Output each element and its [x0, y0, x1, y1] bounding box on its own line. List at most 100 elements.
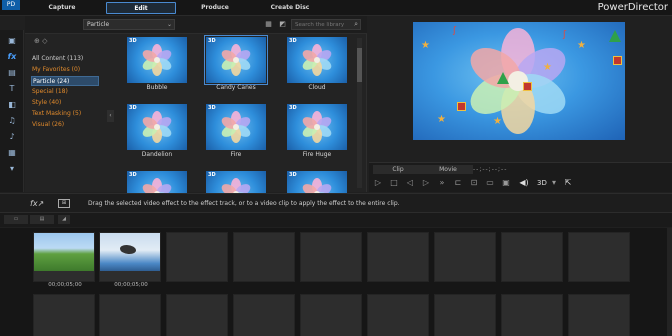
storyboard-scrollbar[interactable]	[667, 228, 672, 336]
empty-storyboard-slot[interactable]	[367, 232, 429, 282]
play-icon[interactable]: ▷	[373, 178, 383, 188]
next-frame-icon[interactable]: ▷	[421, 178, 431, 188]
hint-bar: fx↗ ⊞ Drag the selected video effect to …	[0, 193, 672, 213]
effect-thumbnail[interactable]: 3D Dandelion	[127, 104, 187, 158]
empty-storyboard-slot[interactable]	[501, 294, 563, 336]
chapter-room-icon[interactable]: ▦	[6, 148, 18, 158]
app-logo-icon: PD	[2, 0, 20, 10]
previous-frame-icon[interactable]: ◁	[405, 178, 415, 188]
voice-over-icon[interactable]: ♪	[6, 132, 18, 142]
library-scrollbar[interactable]	[357, 38, 362, 188]
search-icon[interactable]: ⌕	[354, 20, 358, 29]
pip-room-icon[interactable]: ▤	[6, 68, 18, 78]
chevron-down-icon[interactable]: ▾	[549, 178, 559, 188]
effect-thumbnail[interactable]: 3D Bubble	[127, 37, 187, 91]
effect-thumbnail[interactable]: 3D Fire Huge	[287, 104, 347, 158]
badge-3d: 3D	[208, 172, 216, 178]
scrollbar-thumb[interactable]	[357, 48, 362, 82]
empty-storyboard-slot[interactable]	[300, 232, 362, 282]
empty-storyboard-slot[interactable]	[33, 294, 95, 336]
tab-produce[interactable]: Produce	[200, 2, 230, 14]
empty-storyboard-slot[interactable]	[367, 294, 429, 336]
mark-in-icon[interactable]: ⊏	[453, 178, 463, 188]
category-toolbar-icons: ⊕ ◇	[34, 37, 48, 45]
display-options-icon[interactable]: ▭	[485, 178, 495, 188]
empty-storyboard-slot[interactable]	[166, 294, 228, 336]
flower-center	[314, 57, 320, 63]
gift-decoration-icon	[613, 56, 622, 65]
top-nav-bar: PD Capture Edit Produce Create Disc Powe…	[0, 0, 672, 16]
undock-preview-icon[interactable]: ⇱	[563, 178, 573, 188]
room-icon-strip: ▣ fx ▤ T ◧ ♫ ♪ ▦ ▾	[0, 30, 24, 192]
fast-forward-icon[interactable]: »	[437, 178, 447, 188]
snapshot-icon[interactable]: ⊡	[469, 178, 479, 188]
storyboard-view-button[interactable]: ▤	[30, 215, 54, 224]
clip-thumbnail	[100, 233, 160, 271]
clip-mode-button[interactable]: Clip	[373, 165, 423, 174]
3d-mode-button[interactable]: 3D	[537, 178, 547, 188]
effect-thumbnail[interactable]: 3D Fire	[206, 104, 266, 158]
badge-3d: 3D	[208, 105, 216, 111]
storyboard: 00;00;05;00 00;00;05;00	[0, 228, 672, 336]
empty-storyboard-slot[interactable]	[300, 294, 362, 336]
app-title: PowerDirector	[597, 2, 668, 13]
stop-icon[interactable]: □	[389, 178, 399, 188]
volume-icon[interactable]: ◀)	[519, 178, 529, 188]
shrink-thumbnails-icon[interactable]: ◩	[278, 20, 287, 29]
tab-capture[interactable]: Capture	[48, 2, 76, 14]
star-decoration-icon: ★	[543, 62, 552, 73]
badge-3d: 3D	[129, 38, 137, 44]
grid-view-icon[interactable]: ▦	[264, 20, 273, 29]
effect-thumbnail[interactable]: 3D Cloud	[287, 37, 347, 91]
category-my-favorites[interactable]: My Favorites (0)	[31, 65, 99, 75]
tab-edit[interactable]: Edit	[106, 2, 176, 14]
more-rooms-icon[interactable]: ▾	[6, 164, 18, 174]
collapse-panel-button[interactable]: ‹	[107, 110, 114, 122]
movie-mode-button[interactable]: Movie	[423, 165, 473, 174]
category-style[interactable]: Style (40)	[31, 98, 99, 108]
star-decoration-icon: ★	[437, 114, 446, 125]
search-box[interactable]: ⌕	[291, 19, 361, 30]
library-toolbar: Particle ⌄ ▦ ◩ ⌕	[25, 16, 367, 34]
monitor-icon[interactable]: ▣	[501, 178, 511, 188]
effect-settings-icon[interactable]: ⊞	[58, 199, 70, 208]
empty-storyboard-slot[interactable]	[99, 294, 161, 336]
tools-menu-button[interactable]: ◢	[58, 215, 70, 224]
audio-mixing-icon[interactable]: ♫	[6, 116, 18, 126]
category-special[interactable]: Special (18)	[31, 87, 99, 97]
category-all-content[interactable]: All Content (113)	[31, 54, 99, 64]
fx-room-icon[interactable]: fx	[6, 52, 18, 62]
flower-center	[233, 124, 239, 130]
storyboard-clip[interactable]: 00;00;05;00	[33, 232, 95, 288]
transition-room-icon[interactable]: ◧	[6, 100, 18, 110]
category-particle[interactable]: Particle (24)	[31, 76, 99, 86]
empty-storyboard-slot[interactable]	[233, 232, 295, 282]
empty-storyboard-slot[interactable]	[568, 294, 630, 336]
clip-thumbnail	[34, 233, 94, 271]
title-room-icon[interactable]: T	[6, 84, 18, 94]
media-room-icon[interactable]: ▣	[6, 36, 18, 46]
effect-thumbnail[interactable]: 3D Candy Canes	[204, 35, 268, 91]
preview-timecode: --;--;--;--	[473, 166, 508, 173]
empty-storyboard-slot[interactable]	[434, 232, 496, 282]
star-decoration-icon: ★	[577, 40, 586, 51]
tree-decoration-icon	[609, 30, 621, 42]
preview-controls: Clip Movie --;--;--;-- ▷ □ ◁ ▷ » ⊏ ⊡ ▭ ▣…	[369, 162, 672, 192]
add-to-effect-track-icon[interactable]: fx↗	[30, 199, 44, 208]
empty-storyboard-slot[interactable]	[501, 232, 563, 282]
search-input[interactable]	[295, 22, 347, 28]
category-visual[interactable]: Visual (26)	[31, 120, 99, 130]
empty-storyboard-slot[interactable]	[568, 232, 630, 282]
star-decoration-icon: ★	[421, 40, 430, 51]
timeline-view-button[interactable]: ▭	[4, 215, 28, 224]
empty-storyboard-slot[interactable]	[166, 232, 228, 282]
empty-storyboard-slot[interactable]	[233, 294, 295, 336]
storyboard-clip[interactable]: 00;00;05;00	[99, 232, 161, 288]
effect-label: Candy Canes	[216, 84, 256, 91]
badge-3d: 3D	[289, 38, 297, 44]
category-text-masking[interactable]: Text Masking (5)	[31, 109, 99, 119]
tab-create-disc[interactable]: Create Disc	[268, 2, 312, 14]
empty-storyboard-slot[interactable]	[434, 294, 496, 336]
effect-label: Fire Huge	[302, 151, 332, 158]
library-category-dropdown[interactable]: Particle ⌄	[83, 19, 175, 30]
